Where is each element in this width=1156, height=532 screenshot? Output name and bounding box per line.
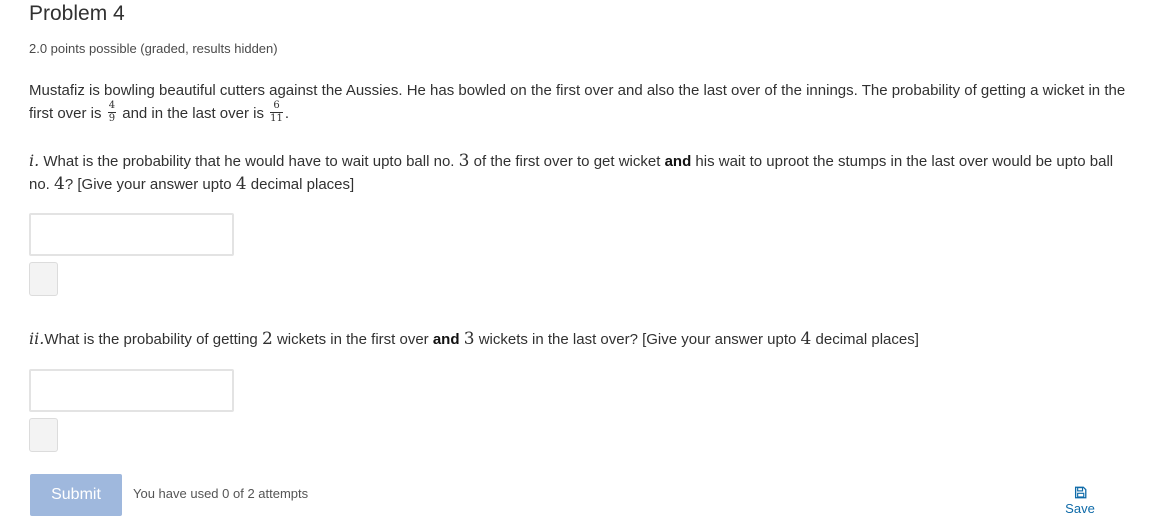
question-label: i.: [29, 151, 40, 170]
save-icon: [1074, 486, 1086, 499]
fraction-last-over: 6 11: [270, 100, 283, 124]
fraction-numerator: 6: [270, 100, 283, 113]
fraction-denominator: 9: [108, 112, 116, 124]
answer-input-1[interactable]: [29, 213, 234, 256]
points-info: 2.0 points possible (graded, results hid…: [29, 41, 278, 56]
math-number: 4: [235, 174, 247, 194]
status-indicator-1: [29, 262, 58, 296]
question-1: i. What is the probability that he would…: [29, 149, 1119, 196]
fraction-numerator: 4: [107, 99, 117, 113]
submit-button[interactable]: Submit: [30, 474, 122, 516]
save-button[interactable]: Save: [1060, 486, 1100, 516]
question-text: decimal places]: [815, 331, 919, 348]
fraction-first-over: 49: [107, 99, 117, 124]
question-text: wickets in the first over: [276, 331, 429, 348]
save-label: Save: [1065, 501, 1095, 516]
math-number: 3: [463, 329, 475, 349]
attempts-info: You have used 0 of 2 attempts: [133, 486, 309, 501]
bold-text: and: [432, 331, 460, 348]
math-number: 3: [458, 151, 470, 171]
question-label: ii.: [29, 329, 45, 348]
question-text: What is the probability of getting: [44, 331, 258, 348]
question-text: of the first over to get wicket: [473, 153, 661, 170]
intro-text: and in the last over is: [122, 105, 264, 122]
question-text: ? [Give your answer upto: [64, 176, 232, 193]
question-text: decimal places]: [250, 176, 355, 193]
answer-input-2[interactable]: [29, 369, 234, 412]
intro-text: .: [284, 105, 290, 122]
fraction-denominator: 11: [270, 112, 283, 124]
math-number: 4: [54, 174, 65, 194]
question-2: ii.What is the probability of getting 2 …: [29, 327, 1119, 351]
status-indicator-2: [29, 418, 58, 452]
question-text: What is the probability that he would ha…: [43, 153, 455, 170]
problem-statement: Mustafiz is bowling beautiful cutters ag…: [29, 79, 1129, 126]
bold-text: and: [664, 153, 692, 170]
problem-title: Problem 4: [29, 2, 125, 25]
math-number: 4: [800, 329, 812, 349]
math-number: 2: [261, 329, 273, 349]
question-text: wickets in the last over? [Give your ans…: [478, 331, 797, 348]
